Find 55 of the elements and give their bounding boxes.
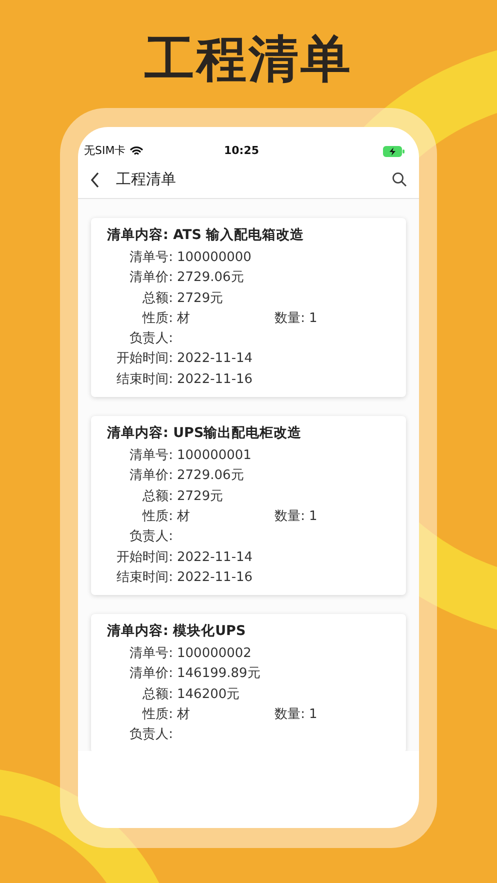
field-label: 清单价: (128, 467, 173, 486)
field-label: 数量: (274, 508, 305, 526)
field-label: 结束时间: (116, 370, 173, 389)
battery-icon (383, 146, 405, 156)
field-value: 146200元 (176, 686, 241, 704)
field-value: 2729.06元 (176, 467, 245, 486)
list-card[interactable]: 清单内容: UPS输出配电柜改造 清单号: 100000001 清单价: 2729.06元 总额: 2729元 性质: 材 数量: 1 负责人: 开始时间: 2022-11-14 结束时间: 2022-11-16 (91, 416, 406, 596)
field-value: 1 (308, 310, 318, 328)
field-value: 2729元 (176, 290, 224, 308)
card-title: 清单内容: UPS输出配电柜改造 (107, 424, 303, 444)
field-label: 负责人: (128, 726, 173, 744)
field-value: 2729元 (176, 488, 224, 506)
field-label: 性质: (141, 508, 173, 526)
field-label: 负责人: (128, 330, 173, 348)
field-value: 材 (176, 310, 191, 328)
nav-title: 工程清单 (116, 169, 176, 190)
field-value: 2022-11-14 (176, 350, 254, 368)
wifi-icon (130, 146, 143, 156)
field-label: 总额: (142, 686, 173, 704)
field-value: 2022-11-16 (176, 568, 254, 587)
list-card[interactable]: 清单内容: 模块化UPS 清单号: 100000002 清单价: 146199.89元 总额: 146200元 性质: 材 数量: 1 负责人: (91, 614, 406, 751)
field-label: 清单号: (128, 645, 173, 664)
field-label: 总额: (142, 488, 173, 506)
field-label: 清单价: (128, 269, 173, 288)
field-label: 性质: (141, 706, 173, 724)
field-label: 开始时间: (116, 350, 173, 368)
status-time: 10:25 (224, 142, 259, 159)
field-value: 100000001 (176, 447, 252, 466)
field-value: 材 (176, 508, 191, 526)
field-label: 负责人: (128, 528, 173, 546)
field-label: 数量: (274, 706, 305, 724)
field-value: 100000002 (176, 645, 252, 664)
field-value: 146199.89元 (176, 665, 262, 684)
field-value: 1 (308, 706, 318, 724)
field-label: 清单号: (128, 447, 173, 466)
field-value: 2729.06元 (176, 269, 245, 288)
field-value: 2022-11-14 (176, 548, 254, 567)
back-icon[interactable] (90, 172, 100, 188)
field-value: 100000000 (176, 249, 252, 267)
field-label: 性质: (141, 310, 173, 328)
carrier-label: 无SIM卡 (84, 142, 126, 159)
field-value: 材 (176, 706, 191, 724)
field-label: 数量: (274, 310, 305, 328)
list-card[interactable]: 清单内容: ATS 输入配电箱改造 清单号: 100000000 清单价: 2729.06元 总额: 2729元 性质: 材 数量: 1 负责人: 开始时间: 2022-11-14 结束时间: 2022-11-16 (91, 218, 406, 398)
field-label: 开始时间: (116, 548, 173, 567)
field-value: 2022-11-16 (176, 370, 254, 389)
page-headline: 工程清单 (144, 29, 354, 90)
field-label: 清单价: (128, 665, 173, 684)
card-title: 清单内容: ATS 输入配电箱改造 (107, 226, 306, 245)
search-icon[interactable] (392, 172, 407, 187)
field-label: 总额: (142, 290, 173, 308)
field-label: 结束时间: (116, 568, 173, 587)
field-value: 1 (308, 508, 318, 526)
card-title: 清单内容: 模块化UPS (107, 622, 247, 642)
field-label: 清单号: (128, 249, 173, 267)
